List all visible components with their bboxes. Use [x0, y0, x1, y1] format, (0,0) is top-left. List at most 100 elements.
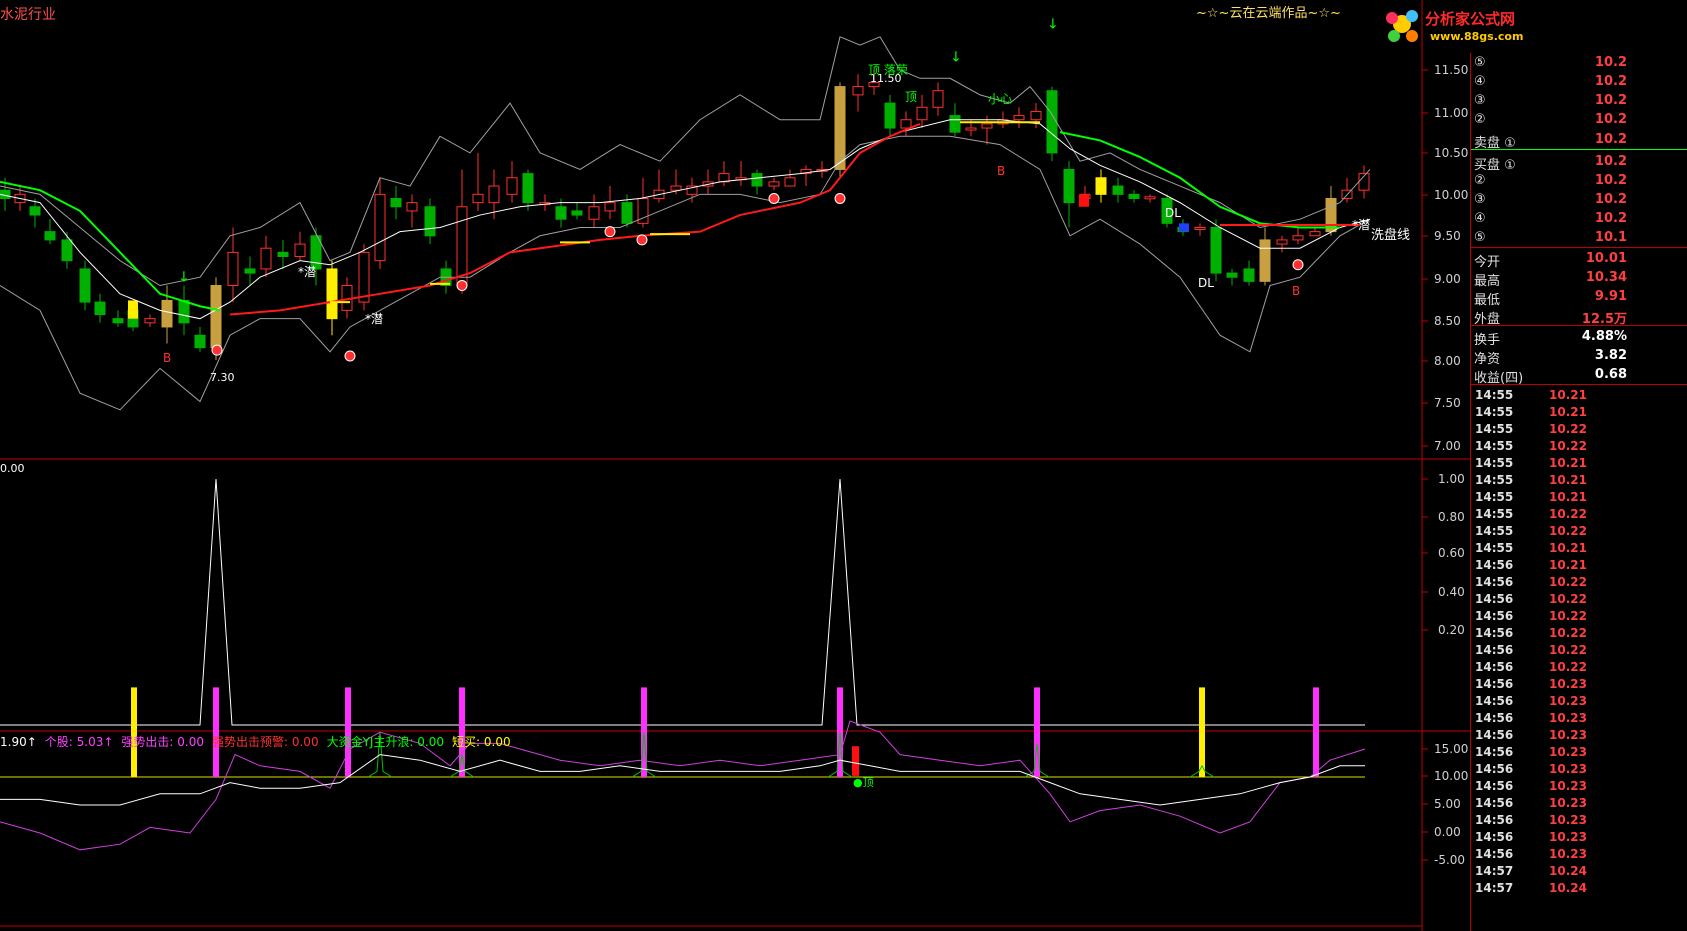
- tick-price: 10.22: [1549, 439, 1587, 453]
- tick-row: 14:55 10.21: [1471, 540, 1687, 557]
- tick-row: 14:56 10.23: [1471, 744, 1687, 761]
- quote-value: 10.34: [1585, 270, 1627, 285]
- tick-price: 10.22: [1549, 609, 1587, 623]
- tick-row: 14:56 10.23: [1471, 727, 1687, 744]
- candle: [472, 193, 484, 204]
- candle: [1013, 115, 1025, 121]
- candle: [374, 193, 386, 262]
- tick-row: 14:56 10.23: [1471, 846, 1687, 863]
- quote-value: 10.2: [1594, 74, 1627, 89]
- tick-price: 10.22: [1549, 524, 1587, 538]
- candle: [965, 127, 977, 131]
- tick-row: 14:56 10.23: [1471, 812, 1687, 829]
- candle: [358, 251, 370, 303]
- signal-value: 0.00: [0, 462, 25, 475]
- signal-bar: [1313, 687, 1319, 777]
- top-fall-label: 顶 落荣: [868, 63, 908, 77]
- tick-time: 14:56: [1475, 796, 1514, 810]
- candle: [1226, 272, 1238, 278]
- signal-axis-label: 0.80: [1438, 510, 1465, 524]
- tick-price: 10.22: [1549, 643, 1587, 657]
- latent-label: *潜: [298, 265, 316, 279]
- legend-item: 短买: 0.00: [452, 735, 511, 749]
- candle: [128, 300, 138, 319]
- fund-indicator-panel[interactable]: ●顶: [0, 687, 1366, 851]
- candle: [932, 90, 944, 108]
- quote-value: 10.01: [1585, 251, 1627, 266]
- tick-price: 10.21: [1549, 541, 1587, 555]
- tick-row: 14:56 10.23: [1471, 710, 1687, 727]
- candle: [277, 251, 289, 258]
- candle: [751, 173, 763, 187]
- quote-value: 10.1: [1594, 230, 1627, 245]
- tick-time: 14:56: [1475, 711, 1514, 725]
- candle: [784, 177, 796, 187]
- price-axis-label: 9.50: [1434, 229, 1461, 243]
- tick-price: 10.21: [1549, 490, 1587, 504]
- signal-axis-label: 0.40: [1438, 585, 1465, 599]
- top-label: 顶: [905, 90, 917, 104]
- candle: [1144, 196, 1156, 200]
- candle: [604, 202, 616, 212]
- buy-label-b: B: [1292, 284, 1300, 298]
- price-axis-label: 8.00: [1434, 354, 1461, 368]
- candle: [210, 285, 222, 349]
- tick-row: 14:56 10.22: [1471, 574, 1687, 591]
- candle: [1179, 223, 1189, 232]
- candle: [144, 318, 156, 324]
- candle: [260, 247, 272, 270]
- candle: [390, 197, 402, 208]
- candle: [621, 202, 633, 224]
- buy-ball-icon: [834, 192, 846, 204]
- tick-price: 10.23: [1549, 728, 1587, 742]
- stat-row: 净资 3.82: [1471, 346, 1687, 367]
- legend-item: 大资金YJ主升浪: 0.00: [326, 735, 445, 749]
- quote-panel: ⑤ 10.2 ④ 10.2 ③ 10.2 ② 10.2 卖盘 ① 10.2 买盘 ① 10.2 …: [1470, 53, 1687, 931]
- tick-price: 10.23: [1549, 762, 1587, 776]
- tick-price: 10.21: [1549, 456, 1587, 470]
- price-axis-label: 7.00: [1434, 439, 1461, 453]
- tick-row: 14:56 10.22: [1471, 642, 1687, 659]
- sector-title: 水泥行业: [0, 7, 56, 23]
- tick-time: 14:55: [1475, 388, 1514, 402]
- tick-row: 14:56 10.23: [1471, 676, 1687, 693]
- tick-row: 14:56 10.23: [1471, 761, 1687, 778]
- tick-price: 10.22: [1549, 626, 1587, 640]
- signal-axis-label: 0.20: [1438, 623, 1465, 637]
- indicator-legend: 1.90↑ 个股: 5.03↑ 强势出击: 0.00 强势出击预警: 0.00 大资金Y…: [0, 733, 519, 750]
- dl-label: DL: [1198, 276, 1214, 290]
- down-arrow-icon: ↓: [178, 269, 190, 285]
- candle: [884, 102, 896, 129]
- quote-value: 10.2: [1594, 55, 1627, 70]
- down-arrow-icon: ↓: [1047, 17, 1059, 33]
- candle: [61, 239, 73, 262]
- candle: [1276, 239, 1288, 245]
- bid-row: ③ 10.2: [1471, 190, 1687, 210]
- chart-canvas[interactable]: 11.50 11.00 10.50 10.00 9.50 9.00 8.50 8.00 7.50…: [0, 0, 1687, 931]
- signal-axis-label: 1.00: [1438, 472, 1465, 486]
- fund-axis-label: -5.00: [1434, 853, 1465, 867]
- tick-row: 14:56 10.23: [1471, 829, 1687, 846]
- quote-value: 0.68: [1594, 367, 1627, 382]
- quote-value: 10.2: [1594, 173, 1627, 188]
- ask1-row: 卖盘 ① 10.2: [1471, 130, 1687, 151]
- candle: [1259, 239, 1271, 282]
- quote-key: ⑤: [1474, 55, 1486, 70]
- candle: [244, 268, 256, 274]
- tick-time: 14:56: [1475, 694, 1514, 708]
- stat-row: 最低 9.91: [1471, 287, 1687, 308]
- stat-row: 换手 4.88%: [1471, 327, 1687, 348]
- tick-price: 10.22: [1549, 592, 1587, 606]
- tick-price: 10.23: [1549, 677, 1587, 691]
- tick-price: 10.23: [1549, 796, 1587, 810]
- quote-key: ②: [1474, 173, 1486, 188]
- candle: [1046, 90, 1058, 154]
- signal-indicator-panel[interactable]: [0, 478, 1365, 726]
- candle: [1030, 110, 1042, 121]
- signal-axis-label: 0.60: [1438, 546, 1465, 560]
- buy-label-b: B: [997, 164, 1005, 178]
- candle: [406, 202, 418, 212]
- candle: [294, 243, 306, 257]
- warning-bar: [852, 746, 859, 776]
- tick-price: 10.23: [1549, 711, 1587, 725]
